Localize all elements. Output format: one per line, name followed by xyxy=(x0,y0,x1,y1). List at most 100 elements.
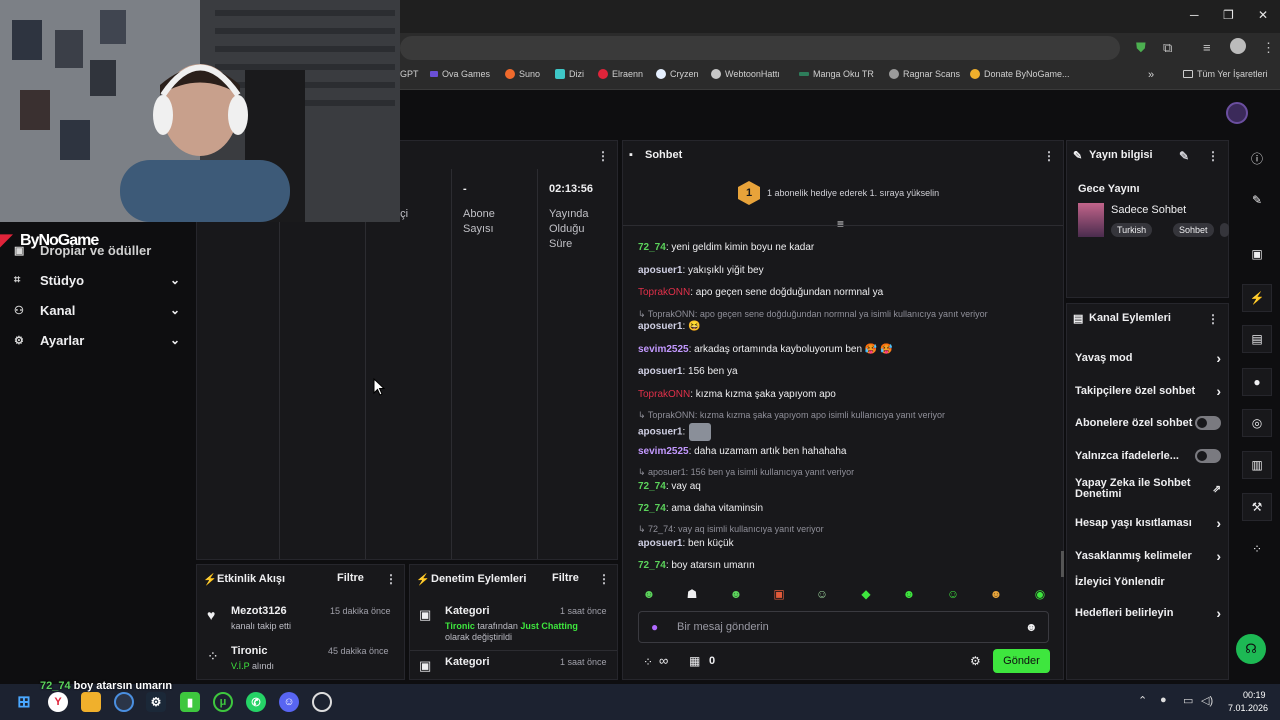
send-button[interactable]: Gönder xyxy=(993,649,1050,673)
chat-username[interactable]: ToprakONN xyxy=(638,287,690,298)
sidebar-item-channel[interactable]: ⚇ Kanal ⌄ xyxy=(14,300,180,320)
discord-icon[interactable]: ☺ xyxy=(279,692,299,712)
more-bookmarks-icon[interactable]: » xyxy=(1148,69,1154,81)
steam-icon[interactable]: ⚙ xyxy=(146,692,166,712)
kebab-menu-icon[interactable]: ⋮ xyxy=(598,572,610,586)
bookmark-item[interactable]: GPT xyxy=(400,69,419,79)
channel-action-item[interactable]: Yasaklanmış kelimeler › xyxy=(1075,548,1221,564)
yandex-icon[interactable]: Y xyxy=(48,692,68,712)
emote-button[interactable]: ☻ xyxy=(901,587,917,601)
shield-extension-icon[interactable]: ⛊ xyxy=(1136,40,1146,56)
chat-bubble-icon[interactable]: ● xyxy=(1242,368,1272,396)
microphone-tray-icon[interactable]: ● xyxy=(1160,694,1167,706)
layout-icon[interactable]: ▥ xyxy=(1242,451,1272,479)
channel-action-item[interactable]: Yapay Zeka ile Sohbet Denetimi ⇗ xyxy=(1075,478,1221,500)
bookmark-item[interactable]: Ragnar Scans xyxy=(889,69,960,79)
event-user[interactable]: Tironic xyxy=(231,645,267,657)
broadcast-icon[interactable]: ◎ xyxy=(1242,409,1272,437)
user-avatar[interactable] xyxy=(1226,102,1248,124)
sidebar-item-settings[interactable]: ⚙ Ayarlar ⌄ xyxy=(14,330,180,350)
chat-username[interactable]: 72_74 xyxy=(638,242,666,253)
chat-username[interactable]: aposuer1 xyxy=(638,265,682,276)
emoji-icon[interactable]: ☻ xyxy=(1025,620,1038,634)
kebab-menu-icon[interactable]: ⋮ xyxy=(1043,149,1055,163)
chat-scrollbar[interactable] xyxy=(1061,551,1064,577)
channel-action-item[interactable]: Hesap yaşı kısıtlaması › xyxy=(1075,515,1221,531)
toggle-switch[interactable] xyxy=(1195,416,1221,430)
emote-button[interactable]: ☺ xyxy=(945,587,961,601)
whatsapp-icon[interactable]: ✆ xyxy=(246,692,266,712)
bookmark-item[interactable]: Donate ByNoGame... xyxy=(970,69,1070,79)
chat-username[interactable]: 72_74 xyxy=(638,481,666,492)
filter-button[interactable]: Filtre xyxy=(337,572,364,584)
chat-username[interactable]: aposuer1 xyxy=(638,321,682,332)
chat-username[interactable]: aposuer1 xyxy=(638,427,682,438)
emote-button[interactable]: ▣ xyxy=(771,587,787,601)
emote-button[interactable]: ◉ xyxy=(1032,587,1048,601)
file-explorer-icon[interactable] xyxy=(81,692,101,712)
profile-avatar[interactable] xyxy=(1230,38,1246,54)
channel-points-icon[interactable]: ⁘ xyxy=(643,655,653,669)
bookmark-item[interactable]: Elraenn xyxy=(598,69,643,79)
chrome-icon[interactable] xyxy=(114,692,134,712)
pencil-icon[interactable]: ✎ xyxy=(1242,186,1272,214)
emote-button[interactable]: ☻ xyxy=(728,587,744,601)
close-icon[interactable]: ✕ xyxy=(1258,8,1268,22)
wrench-tool-icon[interactable]: ⚒ xyxy=(1242,493,1272,521)
kebab-menu-icon[interactable]: ⋮ xyxy=(1207,149,1219,163)
channel-action-item[interactable]: Yalnızca ifadelerle... xyxy=(1075,449,1221,463)
clock-time[interactable]: 00:19 xyxy=(1243,690,1266,700)
screenshot-icon[interactable]: ▣ xyxy=(1242,240,1272,268)
points-icon[interactable]: ⁘ xyxy=(1242,535,1272,563)
edit-icon[interactable]: ✎ xyxy=(1179,149,1189,163)
bookmark-item[interactable]: Dizi xyxy=(555,69,584,79)
windows-start-icon[interactable]: ⊞ xyxy=(14,692,34,712)
sidebar-item-studio[interactable]: ⌗ Stüdyo ⌄ xyxy=(14,270,180,290)
bookmark-item[interactable]: Cryzen xyxy=(656,69,699,79)
chat-username[interactable]: 72_74 xyxy=(638,503,666,514)
green-app-icon[interactable]: ▮ xyxy=(180,692,200,712)
notes-icon[interactable]: ▤ xyxy=(1242,325,1272,353)
chat-username[interactable]: ToprakONN xyxy=(638,389,690,400)
category-name[interactable]: Sadece Sohbet xyxy=(1111,204,1186,216)
stream-tag[interactable]: Turkish xyxy=(1111,223,1153,237)
channel-action-item[interactable]: Abonelere özel sohbet xyxy=(1075,416,1221,430)
all-bookmarks-folder[interactable]: Tüm Yer İşaretleri xyxy=(1183,69,1268,79)
channel-action-item[interactable]: İzleyici Yönlendir xyxy=(1075,576,1221,588)
event-user[interactable]: Mezot3126 xyxy=(231,605,287,617)
channel-action-item[interactable]: Takipçilere özel sohbet › xyxy=(1075,383,1221,399)
stream-tag[interactable]: Sohbet xyxy=(1173,223,1214,237)
url-input[interactable] xyxy=(400,36,1120,60)
mod-actor[interactable]: Tironic xyxy=(445,621,475,631)
emote-button[interactable]: ☻ xyxy=(641,587,657,601)
category-thumbnail[interactable] xyxy=(1078,203,1104,237)
bookmark-item[interactable]: Suno xyxy=(505,69,540,79)
tray-chevron-icon[interactable]: ⌃ xyxy=(1138,694,1147,707)
chat-username[interactable]: 72_74 xyxy=(638,560,666,571)
chat-username[interactable]: aposuer1 xyxy=(638,366,682,377)
bookmark-item[interactable]: Manga Oku TR xyxy=(799,69,874,79)
chat-username[interactable]: sevim2525 xyxy=(638,446,689,457)
toggle-switch[interactable] xyxy=(1195,449,1221,463)
network-icon[interactable]: ▭ xyxy=(1183,694,1193,707)
stream-tag[interactable] xyxy=(1220,223,1229,237)
extensions-icon[interactable]: ⧉ xyxy=(1163,40,1172,56)
filter-button[interactable]: Filtre xyxy=(552,572,579,584)
bookmark-item[interactable]: WebtoonHattı xyxy=(711,69,780,79)
bookmark-item[interactable]: Ova Games xyxy=(430,69,490,79)
channel-action-item[interactable]: Yavaş mod › xyxy=(1075,350,1221,366)
support-headset-icon[interactable]: ☊ xyxy=(1236,634,1266,664)
chat-settings-icon[interactable]: ⚙ xyxy=(970,654,981,668)
kebab-menu-icon[interactable]: ⋮ xyxy=(385,572,397,586)
kebab-menu-icon[interactable]: ⋮ xyxy=(1207,312,1219,326)
collapse-icon[interactable]: ≡ xyxy=(837,217,844,231)
emote-button[interactable]: ☻ xyxy=(988,587,1004,601)
utorrent-icon[interactable]: μ xyxy=(213,692,233,712)
lightning-icon[interactable]: ⚡ xyxy=(1242,284,1272,312)
volume-icon[interactable]: ◁) xyxy=(1201,694,1213,707)
menu-icon[interactable]: ⋮ xyxy=(1262,40,1275,56)
channel-action-item[interactable]: Hedefleri belirleyin › xyxy=(1075,605,1221,621)
chat-input[interactable]: ● Bir mesaj gönderin ☻ xyxy=(638,611,1049,643)
kebab-menu-icon[interactable]: ⋮ xyxy=(597,149,609,163)
chat-username[interactable]: sevim2525 xyxy=(638,344,689,355)
